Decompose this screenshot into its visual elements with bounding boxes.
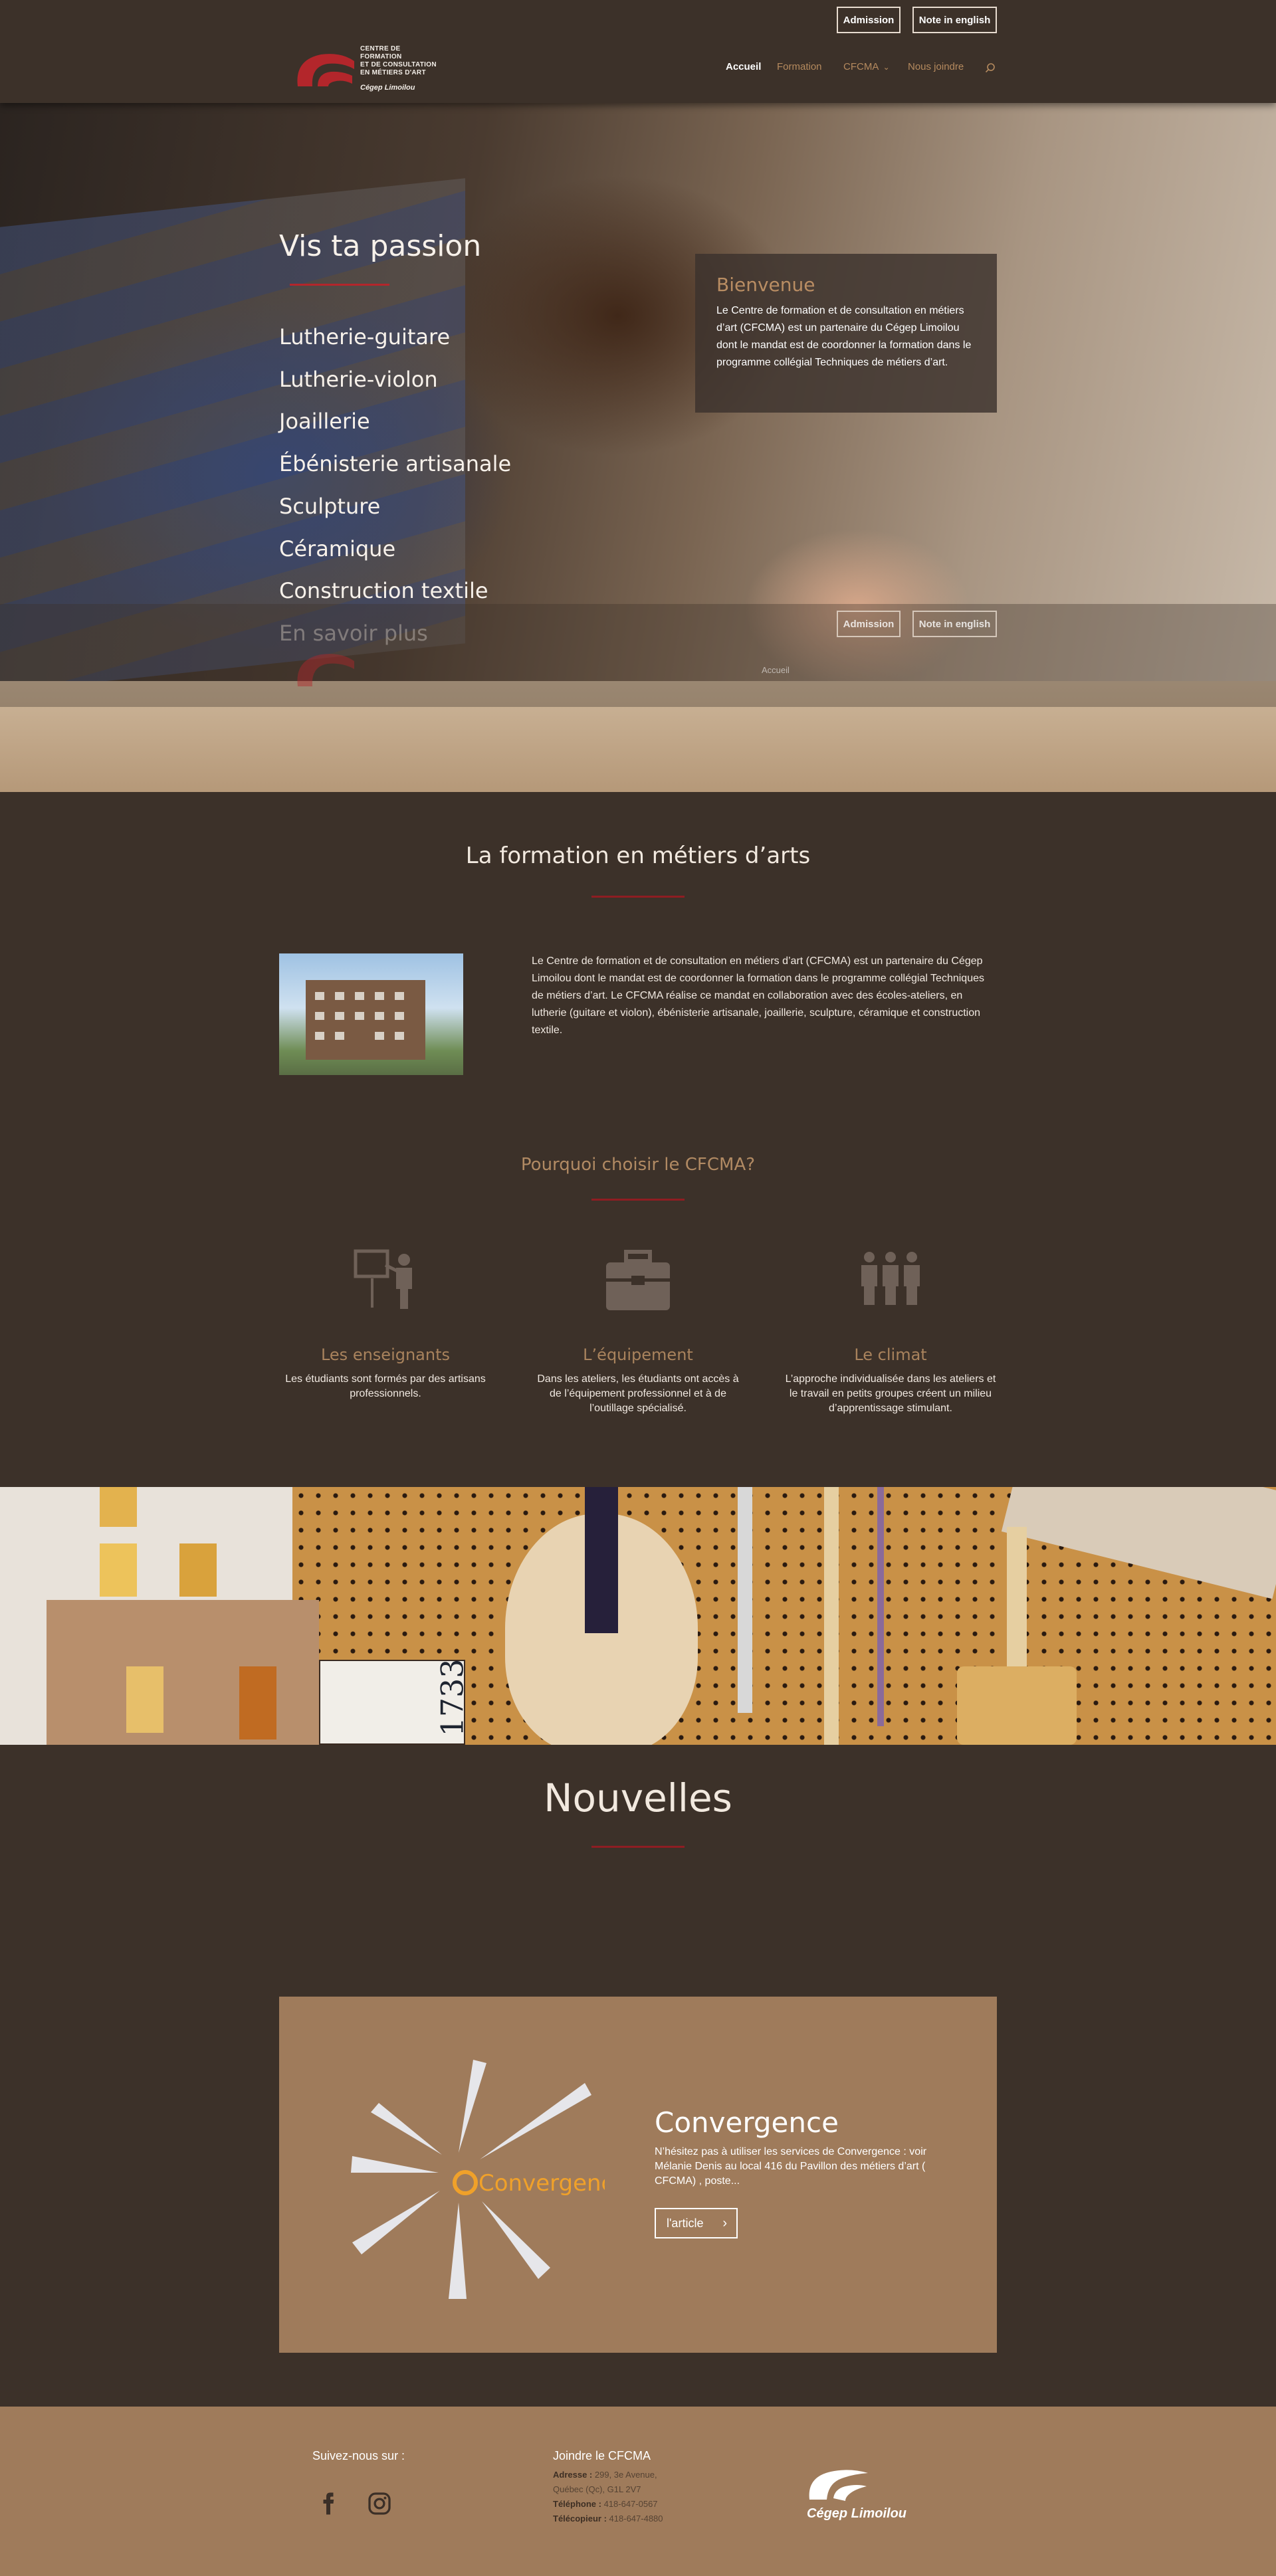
welcome-text: Le Centre de formation et de consultatio… — [716, 305, 972, 368]
formation-text: Le Centre de formation et de consultatio… — [532, 955, 984, 1036]
nav-cfcma[interactable]: CFCMA ⌄ — [843, 61, 890, 72]
feature-title: L’équipement — [583, 1345, 693, 1364]
welcome-box: Bienvenue Le Centre de formation et de c… — [695, 254, 997, 413]
cegep-swoosh-icon — [809, 2470, 868, 2501]
ghost-admission-button[interactable]: Admission — [837, 611, 901, 637]
hero-title: Vis ta passion — [279, 229, 482, 263]
read-article-label: l'article — [667, 2216, 704, 2230]
news-title: Nouvelles — [544, 1775, 732, 1821]
program-link-lutherie-violon[interactable]: Lutherie-violon — [279, 367, 438, 392]
search-icon[interactable] — [985, 62, 996, 73]
chisel-handle — [738, 1487, 752, 1713]
admission-button[interactable]: Admission — [837, 7, 901, 33]
cegep-limoilou-logo[interactable]: Cégep Limoilou — [804, 2465, 917, 2531]
toolbox-icon — [606, 1250, 670, 1310]
nav-cfcma-label: CFCMA — [843, 61, 879, 72]
footer-city: Québec (Qc), G1L 2V7 — [553, 2484, 641, 2494]
mdf-panel — [47, 1600, 319, 1745]
why-title-divider — [591, 1199, 685, 1201]
why-title: Pourquoi choisir le CFCMA? — [520, 1155, 756, 1175]
feature-title: Le climat — [854, 1345, 927, 1364]
ghost-logo — [291, 646, 358, 695]
violin-fingerboard — [585, 1487, 618, 1633]
instagram-icon[interactable] — [368, 2492, 391, 2516]
nav-accueil[interactable]: Accueil — [726, 61, 761, 72]
nav-formation[interactable]: Formation — [777, 61, 822, 72]
facebook-icon[interactable] — [316, 2492, 340, 2516]
logo-text: Centre de formation et de consultation e… — [360, 45, 437, 76]
cfcma-logo-mark-icon — [297, 54, 354, 86]
teacher-icon — [354, 1249, 412, 1309]
mallet-head — [957, 1666, 1077, 1745]
ghost-sticky-header: Admission Note in english Accueil — [0, 604, 1276, 707]
hero-banner: Vis ta passion Lutherie-guitare Lutherie… — [0, 103, 1276, 792]
footer-follow-label: Suivez-nous sur : — [312, 2449, 405, 2462]
veneer-sample — [126, 1666, 163, 1733]
building-facade — [306, 980, 425, 1060]
program-link-ebenisterie[interactable]: Ébénisterie artisanale — [279, 451, 511, 476]
ghost-english-button[interactable]: Note in english — [912, 611, 997, 637]
program-link-construction-textile[interactable]: Construction textile — [279, 578, 488, 603]
group-icon — [861, 1252, 920, 1305]
tool-rod — [877, 1487, 884, 1726]
site-footer: Suivez-nous sur : Joindre le CFCMA Adres… — [0, 2407, 1276, 2576]
hero-program-list: Vis ta passion Lutherie-guitare Lutherie… — [279, 229, 511, 646]
feature-text: Dans les ateliers, les étudiants ont acc… — [537, 1373, 739, 1414]
read-article-button[interactable]: l'article › — [655, 2208, 738, 2238]
feature-title: Les enseignants — [320, 1345, 451, 1364]
program-link-ceramique[interactable]: Céramique — [279, 536, 395, 561]
chevron-right-icon: › — [722, 2216, 727, 2230]
number-card: 1733 — [319, 1658, 471, 1745]
welcome-title: Bienvenue — [716, 274, 815, 296]
news-title-divider — [591, 1846, 685, 1848]
mallet-handle — [1007, 1527, 1027, 1673]
footer-fax: Télécopieur : 418-647-4880 — [553, 2514, 663, 2524]
convergence-logo-icon: Convergence — [351, 2060, 605, 2299]
workshop-photo-band: 1733 — [0, 1487, 1276, 1745]
ghost-nav: Accueil — [762, 665, 790, 675]
number-card-text: 1733 — [434, 1658, 471, 1737]
chevron-down-icon: ⌄ — [883, 62, 890, 72]
chisel-handle — [824, 1487, 839, 1745]
formation-title: La formation en métiers d’arts — [465, 842, 811, 869]
feature-text: L’approche individualisée dans les ateli… — [785, 1373, 996, 1414]
footer-address: Adresse : 299, 3e Avenue, — [553, 2470, 657, 2480]
footer-phone: Téléphone : 418-647-0567 — [553, 2499, 658, 2509]
veneer-sample — [179, 1543, 217, 1597]
veneer-sample — [239, 1666, 276, 1739]
news-card-title[interactable]: Convergence — [655, 2106, 839, 2139]
program-link-sculpture[interactable]: Sculpture — [279, 494, 380, 519]
english-button[interactable]: Note in english — [912, 7, 997, 33]
nav-nous-joindre[interactable]: Nous joindre — [908, 61, 964, 72]
news-card-excerpt: N’hésitez pas à utiliser les services de… — [655, 2146, 927, 2187]
logo-subtitle: Cégep Limoilou — [360, 84, 415, 92]
formation-title-divider — [591, 896, 685, 898]
feature-text: Les étudiants sont formés par des artisa… — [285, 1373, 486, 1399]
program-link-joaillerie[interactable]: Joaillerie — [279, 409, 370, 434]
cfcma-building-photo — [279, 953, 463, 1075]
convergence-logo-text: Convergence — [478, 2170, 605, 2197]
ghost-nav-accueil[interactable]: Accueil — [762, 665, 790, 675]
footer-contact-title: Joindre le CFCMA — [553, 2449, 651, 2462]
program-link-lutherie-guitare[interactable]: Lutherie-guitare — [279, 324, 450, 349]
site-header: Admission Note in english Centre de form… — [0, 0, 1276, 103]
veneer-sample — [100, 1543, 137, 1597]
ghost-logo-mark-icon — [297, 654, 354, 686]
news-card-convergence[interactable]: Convergence Convergence N’hésitez pas à … — [279, 1997, 997, 2353]
cfcma-logo[interactable]: Centre de formation et de consultation e… — [291, 43, 444, 96]
hero-title-divider — [290, 284, 389, 286]
cegep-logo-text: Cégep Limoilou — [807, 2506, 906, 2521]
veneer-sample — [100, 1487, 137, 1527]
